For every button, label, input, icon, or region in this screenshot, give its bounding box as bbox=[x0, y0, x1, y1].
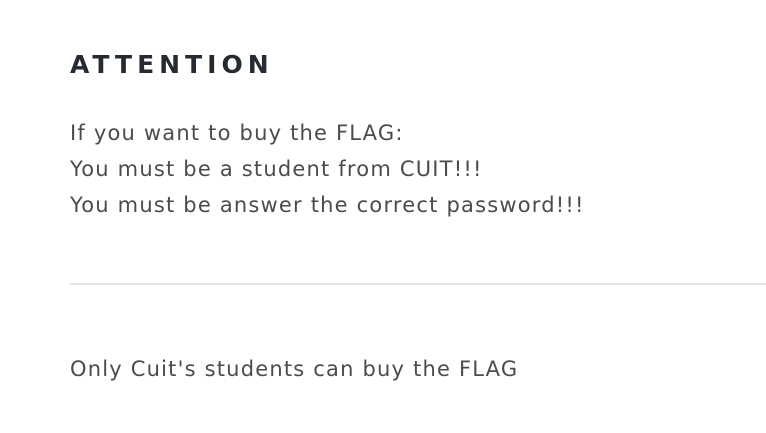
message-line-buy-flag: If you want to buy the FLAG: bbox=[70, 121, 404, 145]
attention-message: If you want to buy the FLAG: You must be… bbox=[70, 115, 766, 223]
students-only-notice: Only Cuit's students can buy the FLAG bbox=[70, 357, 519, 381]
attention-heading: ATTENTION bbox=[70, 50, 274, 79]
attention-section: ATTENTION If you want to buy the FLAG: Y… bbox=[70, 49, 766, 223]
message-line-password-requirement: You must be answer the correct password!… bbox=[70, 193, 585, 217]
message-line-student-requirement: You must be a student from CUIT!!! bbox=[70, 157, 483, 181]
section-divider bbox=[70, 283, 766, 285]
